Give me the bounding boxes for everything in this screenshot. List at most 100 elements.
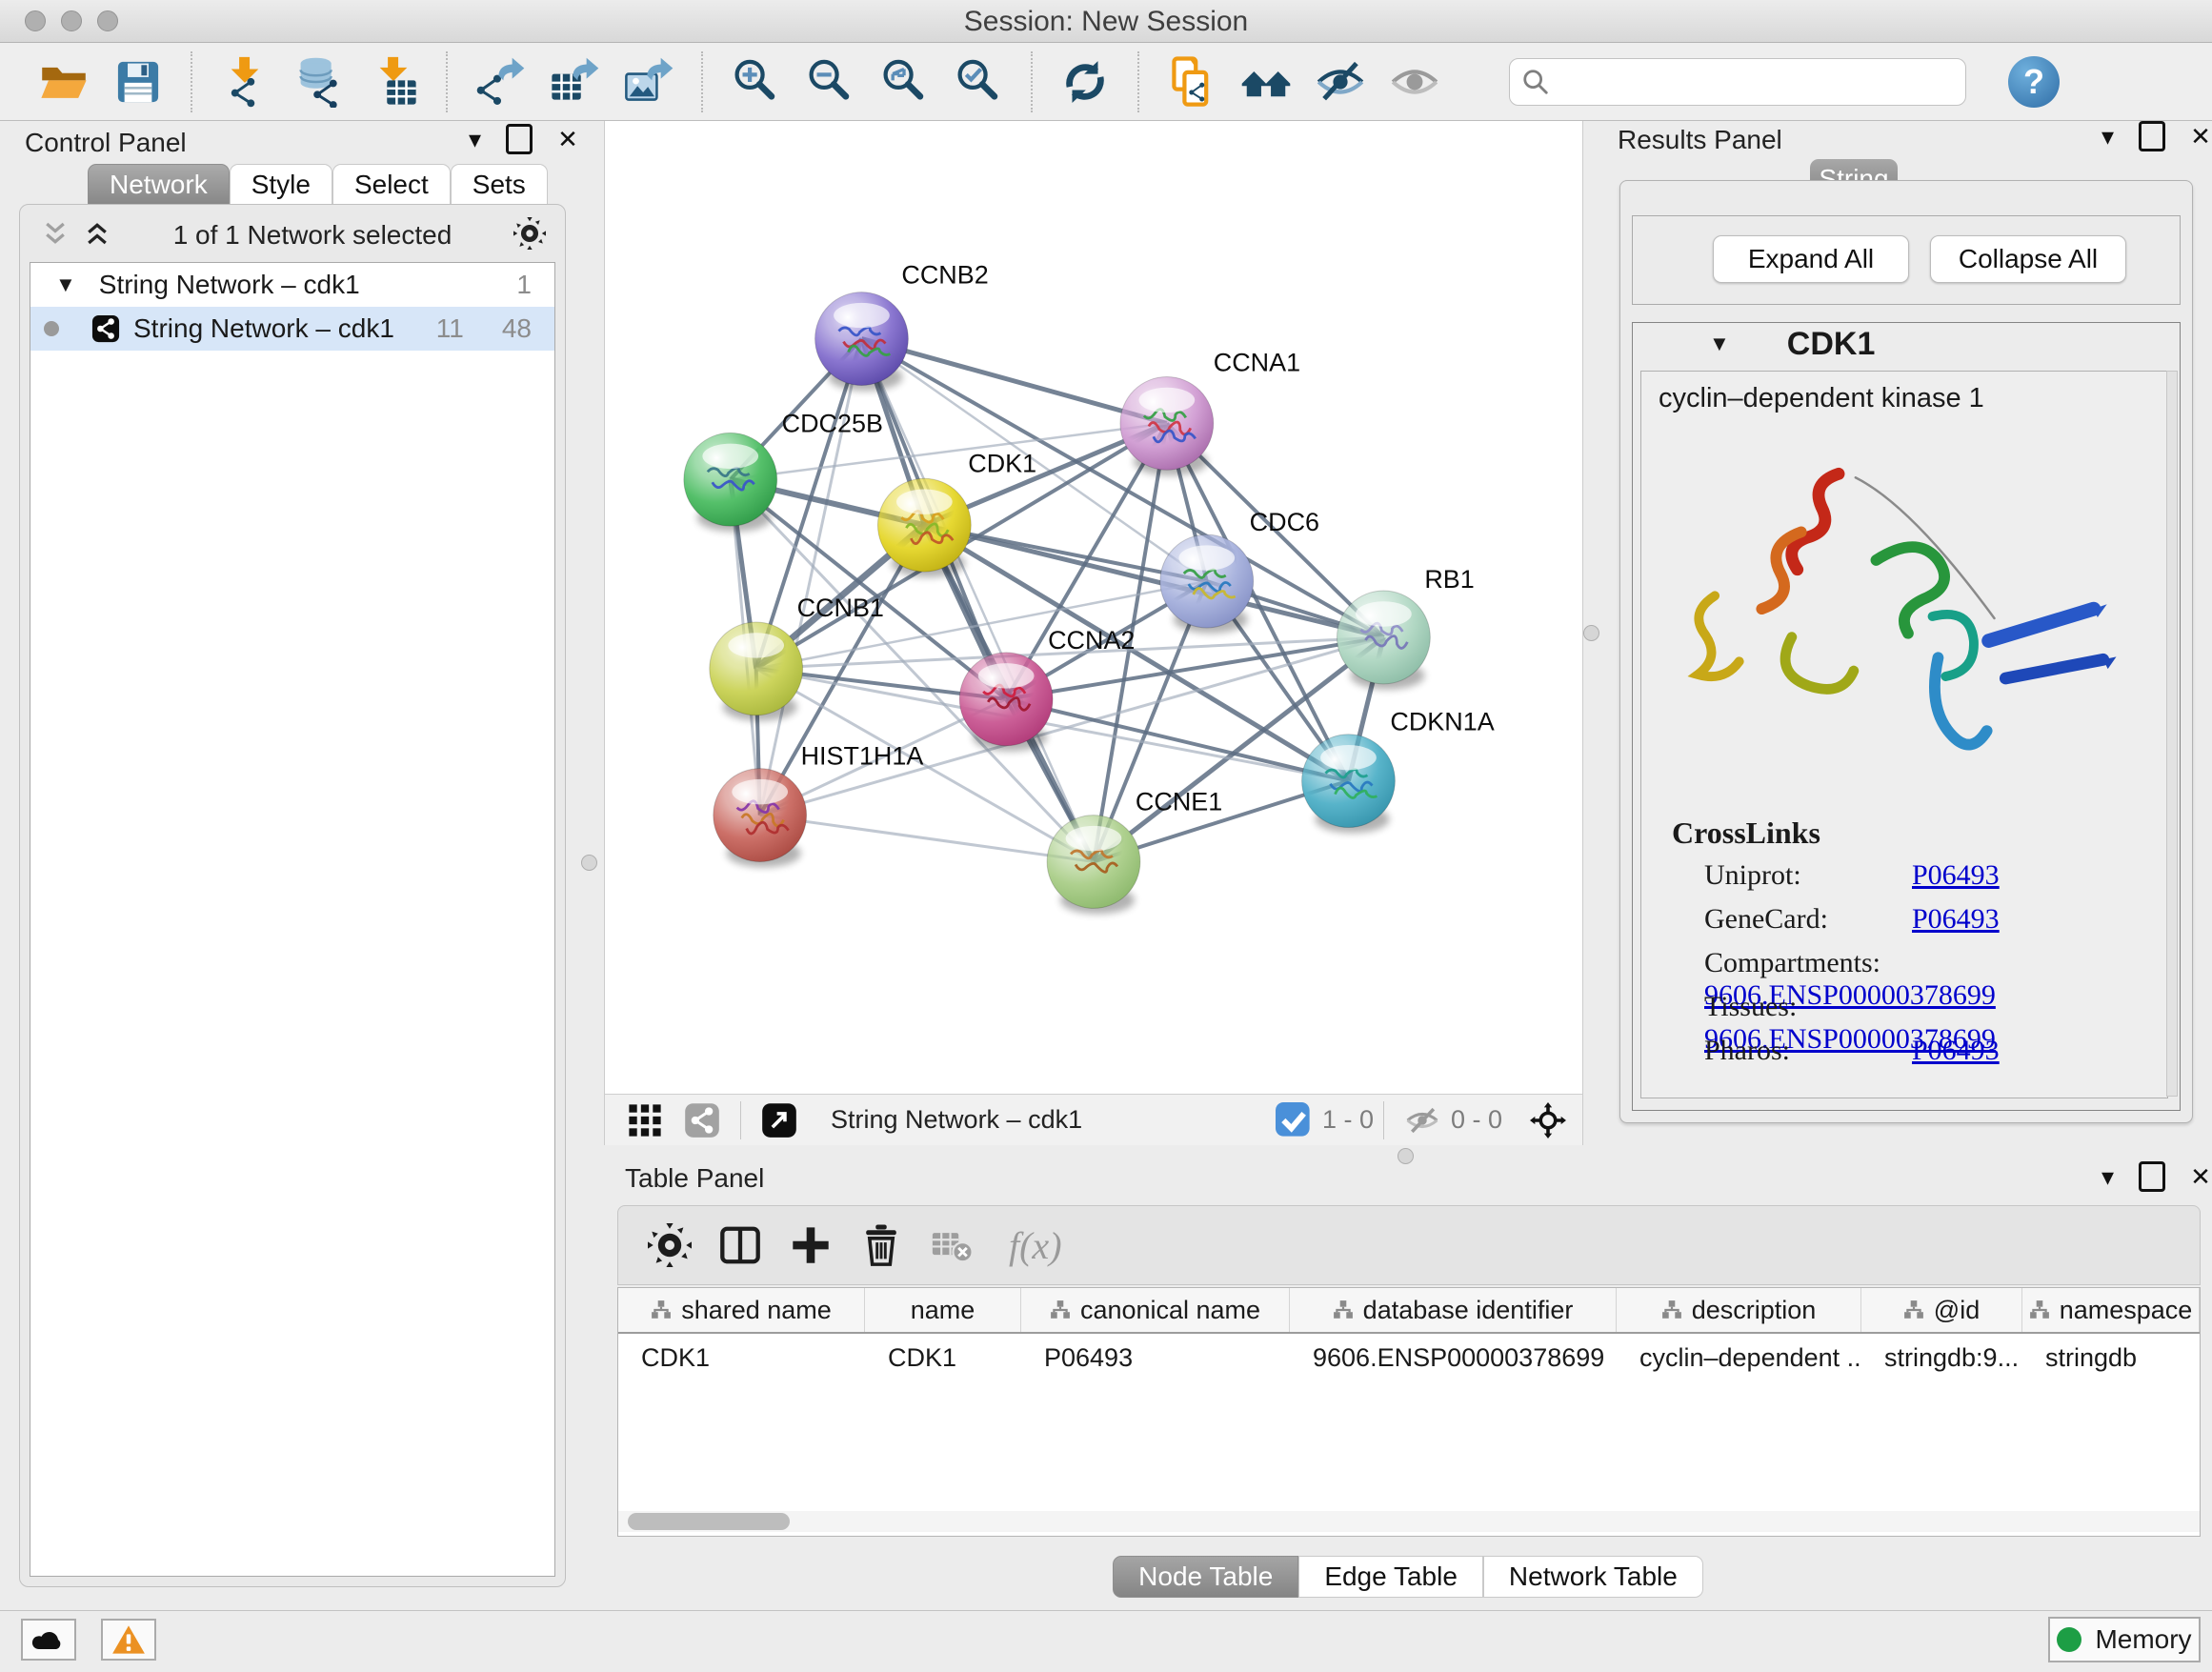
panel-close-icon[interactable]: ✕ [2190, 122, 2211, 151]
first-neighbors-button[interactable] [1235, 50, 1297, 113]
panel-menu-icon[interactable]: ▾ [469, 125, 481, 154]
network-node-HIST1H1A[interactable]: HIST1H1A [714, 742, 924, 862]
panel-float-icon[interactable] [2139, 121, 2165, 151]
panel-close-icon[interactable]: ✕ [557, 125, 578, 154]
crosslink-link[interactable]: P06493 [1912, 903, 2000, 935]
selected-checkbox-icon[interactable] [1273, 1099, 1315, 1141]
tab-sets[interactable]: Sets [451, 164, 548, 205]
panel-float-icon[interactable] [2139, 1161, 2165, 1192]
network-collection-row[interactable]: ▼ String Network – cdk1 1 [30, 263, 554, 307]
node-table[interactable]: shared namenamecanonical namedatabase id… [617, 1287, 2201, 1537]
gene-section-header[interactable]: ▼ CDK1 [1633, 323, 2180, 365]
column-header-description[interactable]: description [1617, 1288, 1861, 1332]
results-scrollbar[interactable] [2166, 371, 2178, 1097]
column-header-canonicalname[interactable]: canonical name [1021, 1288, 1290, 1332]
network-node-CCNA1[interactable]: CCNA1 [1120, 348, 1300, 470]
network-graph[interactable]: CCNB2CCNA1CDC25BCDK1CDC6RB1CCNB1CCNA2CDK… [605, 121, 1582, 1094]
node-label-CDC6: CDC6 [1250, 508, 1319, 536]
show-columns-icon[interactable] [712, 1217, 769, 1274]
table-cell: stringdb [2022, 1334, 2200, 1381]
open-external-icon[interactable] [758, 1099, 800, 1141]
column-source-icon [651, 1299, 672, 1320]
delete-column-trash-icon[interactable] [853, 1217, 910, 1274]
network-options-gear-icon[interactable] [513, 217, 546, 254]
table-hscroll-thumb[interactable] [628, 1513, 790, 1530]
add-column-icon[interactable] [782, 1217, 839, 1274]
import-network-file-button[interactable] [213, 50, 276, 113]
expand-all-button[interactable]: Expand All [1713, 235, 1909, 283]
zoom-out-button[interactable] [798, 50, 861, 113]
open-session-button[interactable] [32, 50, 95, 113]
panel-close-icon[interactable]: ✕ [2190, 1162, 2211, 1192]
export-network-button[interactable] [469, 50, 532, 113]
table-row[interactable]: CDK1CDK1P064939606.ENSP00000378699cyclin… [618, 1334, 2200, 1381]
import-network-database-icon [293, 56, 345, 108]
string-badge-icon[interactable] [681, 1099, 723, 1141]
network-row[interactable]: String Network – cdk1 11 48 [30, 307, 554, 351]
network-node-RB1[interactable]: RB1 [1337, 565, 1475, 684]
duplicate-network-button[interactable] [1160, 50, 1223, 113]
refresh-layout-button[interactable] [1054, 50, 1116, 113]
crosslink-link[interactable]: P06493 [1912, 1035, 2000, 1066]
panel-float-icon[interactable] [506, 124, 533, 154]
open-session-icon [38, 56, 90, 108]
right-splitter-handle[interactable] [1583, 625, 1599, 641]
tree-expanded-icon[interactable]: ▼ [55, 272, 76, 297]
zoom-selected-button[interactable] [947, 50, 1010, 113]
birdseye-toggle-icon[interactable] [1527, 1099, 1569, 1141]
column-header-name[interactable]: name [865, 1288, 1021, 1332]
show-all-button[interactable] [1383, 50, 1446, 113]
panel-menu-icon[interactable]: ▾ [2101, 122, 2114, 151]
column-header-sharedname[interactable]: shared name [618, 1288, 865, 1332]
hide-selected-button[interactable] [1309, 50, 1372, 113]
left-splitter-handle[interactable] [581, 855, 597, 871]
expand-all-icon[interactable] [83, 219, 111, 252]
table-hscrollbar[interactable] [618, 1511, 2200, 1532]
network-node-CCNB1[interactable]: CCNB1 [710, 594, 884, 715]
table-cell: stringdb:9... [1861, 1334, 2022, 1381]
node-label-CDC25B: CDC25B [782, 409, 883, 437]
collapse-all-button[interactable]: Collapse All [1930, 235, 2126, 283]
warning-button[interactable] [101, 1619, 156, 1661]
section-expanded-icon[interactable]: ▼ [1709, 332, 1730, 356]
collapse-all-icon[interactable] [41, 219, 70, 252]
tab-network[interactable]: Network [88, 164, 230, 205]
tab-style[interactable]: Style [230, 164, 332, 205]
tab-node-table[interactable]: Node Table [1113, 1556, 1298, 1598]
main-toolbar: ? [0, 43, 2212, 121]
memory-button[interactable]: Memory [2048, 1617, 2201, 1662]
tab-edge-table[interactable]: Edge Table [1298, 1556, 1483, 1598]
grid-view-icon[interactable] [624, 1099, 666, 1141]
export-table-button[interactable] [543, 50, 606, 113]
zoom-fit-button[interactable] [873, 50, 935, 113]
crosslink-link[interactable]: P06493 [1912, 859, 2000, 891]
import-network-database-button[interactable] [288, 50, 351, 113]
node-label-CCNE1: CCNE1 [1136, 788, 1222, 816]
control-panel-title: Control Panel [25, 128, 187, 158]
crosslinks-title: CrossLinks [1672, 816, 1820, 851]
tab-network-table[interactable]: Network Table [1483, 1556, 1703, 1598]
show-all-icon [1389, 56, 1440, 108]
network-node-CCNE1[interactable]: CCNE1 [1047, 788, 1222, 909]
help-button[interactable]: ? [2008, 56, 2060, 108]
cloud-button[interactable] [21, 1619, 76, 1661]
network-canvas[interactable]: CCNB2CCNA1CDC25BCDK1CDC6RB1CCNB1CCNA2CDK… [604, 121, 1583, 1094]
column-header-namespace[interactable]: namespace [2022, 1288, 2200, 1332]
network-node-CDKN1A[interactable]: CDKN1A [1302, 708, 1495, 828]
memory-status-dot [2057, 1627, 2081, 1652]
panel-menu-icon[interactable]: ▾ [2101, 1162, 2114, 1192]
search-box[interactable] [1509, 58, 1966, 106]
column-header-databaseidentifier[interactable]: database identifier [1290, 1288, 1617, 1332]
import-table-button[interactable] [362, 50, 425, 113]
table-cell: cyclin–dependent ... [1617, 1334, 1861, 1381]
table-settings-gear-icon[interactable] [641, 1217, 698, 1274]
network-node-CDK1[interactable]: CDK1 [877, 449, 1036, 572]
table-cell: CDK1 [618, 1334, 865, 1381]
zoom-in-button[interactable] [724, 50, 787, 113]
search-input[interactable] [1550, 66, 1954, 97]
column-header-id[interactable]: @id [1861, 1288, 2022, 1332]
save-session-button[interactable] [107, 50, 170, 113]
first-neighbors-icon [1240, 56, 1292, 108]
export-image-button[interactable] [617, 50, 680, 113]
tab-select[interactable]: Select [332, 164, 451, 205]
